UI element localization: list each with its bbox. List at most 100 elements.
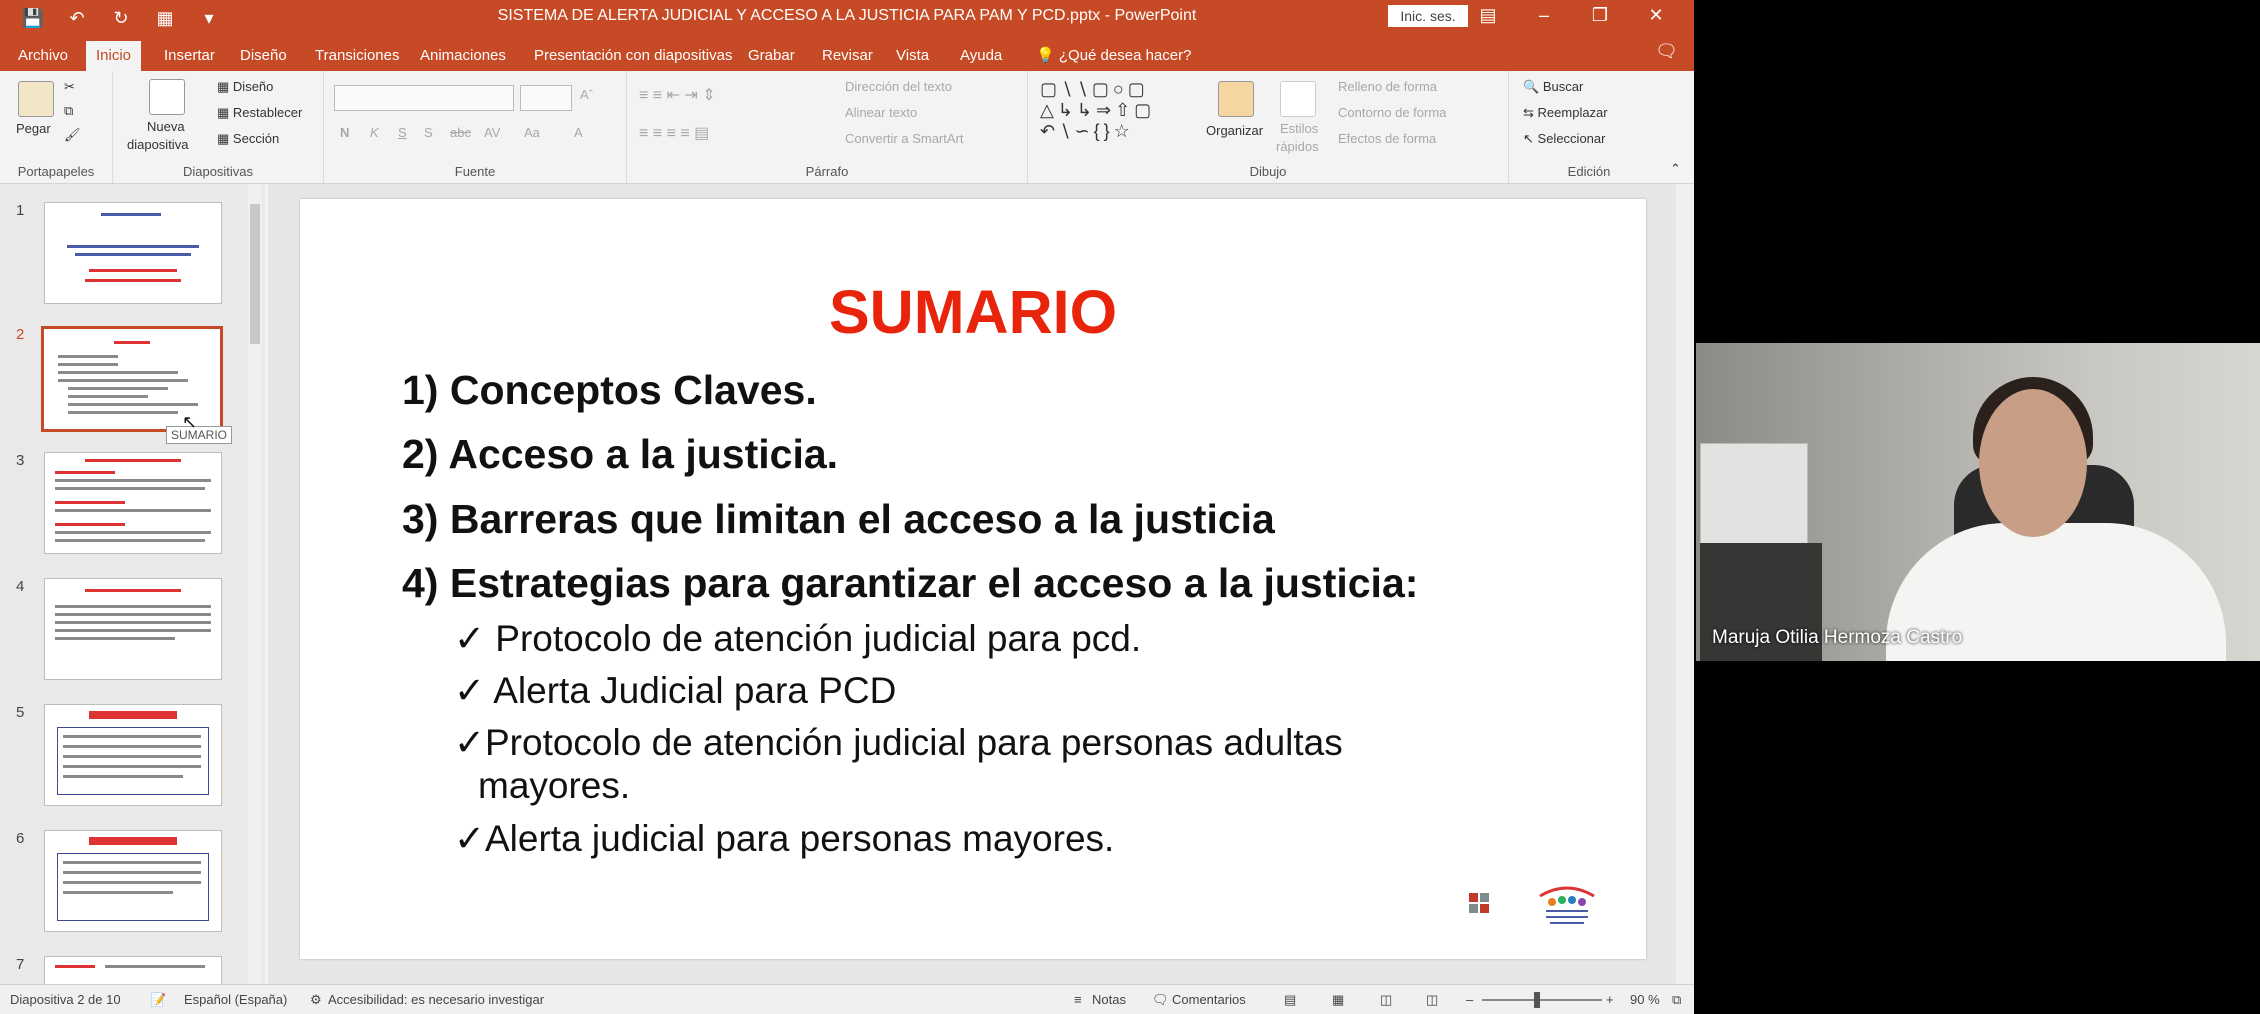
zoom-slider[interactable] (1482, 999, 1602, 1001)
spellcheck-icon[interactable]: 📝 (150, 992, 166, 1008)
slide-thumbnail-7[interactable] (44, 956, 222, 986)
collapse-ribbon-icon[interactable]: ⌃ (1670, 161, 1681, 177)
minimize-icon[interactable]: – (1516, 0, 1572, 35)
tell-me-box[interactable]: 💡 ¿Qué desea hacer? (1026, 41, 1201, 71)
sign-in-button[interactable]: Inic. ses. (1388, 5, 1468, 27)
tab-animaciones[interactable]: Animaciones (410, 41, 516, 71)
tab-presentacion[interactable]: Presentación con diapositivas (524, 41, 742, 71)
slide-thumbnail-1[interactable] (44, 202, 222, 304)
tab-insertar[interactable]: Insertar (154, 41, 225, 71)
ribbon-display-icon[interactable]: ▤ (1460, 0, 1516, 35)
tab-diseno[interactable]: Diseño (230, 41, 297, 71)
quick-styles-label-2[interactable]: rápidos (1276, 139, 1319, 154)
accessibility-status[interactable]: Accesibilidad: es necesario investigar (328, 992, 544, 1007)
slide-thumbnail-4[interactable] (44, 578, 222, 680)
copy-icon[interactable]: ⧉ (64, 103, 73, 119)
shape-outline-button[interactable]: Contorno de forma (1338, 105, 1446, 120)
comments-icon[interactable]: 🗨 (1655, 41, 1678, 62)
group-edicion: 🔍 Buscar ⇆ Reemplazar ↖ Seleccionar Edic… (1509, 71, 1669, 183)
font-color-button[interactable]: A (574, 125, 583, 140)
participant-video-tile[interactable]: Maruja Otilia Hermoza Castro (1696, 343, 2260, 661)
notes-icon[interactable]: ≡ (1074, 992, 1082, 1007)
new-slide-label-1[interactable]: Nueva (147, 119, 185, 134)
replace-button[interactable]: ⇆ Reemplazar (1523, 105, 1608, 121)
slide-thumbnail-5[interactable] (44, 704, 222, 806)
current-slide[interactable]: SUMARIO 1) Conceptos Claves. 2) Acceso a… (300, 199, 1646, 959)
replace-label: Reemplazar (1537, 105, 1608, 120)
thumb-number: 1 (16, 202, 25, 219)
accessibility-icon[interactable]: ⚙ (310, 992, 322, 1008)
comments-status-icon[interactable]: 🗨 (1152, 992, 1169, 1008)
align-text-button[interactable]: Alinear texto (845, 105, 917, 120)
paste-icon[interactable] (18, 81, 54, 117)
shapes-gallery[interactable]: ▢∖∖▢○▢ △↳↳⇒⇧▢ ↶∖∽{}☆ (1040, 79, 1155, 142)
close-icon[interactable]: ✕ (1628, 0, 1684, 35)
zoom-slider-handle[interactable] (1534, 992, 1540, 1008)
shape-effects-button[interactable]: Efectos de forma (1338, 131, 1436, 146)
thumbnails-scrollbar[interactable] (248, 184, 262, 984)
item-text: Barreras que limitan el acceso a la just… (449, 496, 1275, 542)
reading-view-icon[interactable]: ◫ (1380, 992, 1392, 1008)
grow-font-icon[interactable]: Aˆ (580, 87, 593, 102)
item-number: 4) (402, 560, 439, 606)
new-slide-label-2[interactable]: diapositiva (127, 137, 188, 152)
section-button[interactable]: ▦ Sección (217, 131, 279, 147)
tab-transiciones[interactable]: Transiciones (305, 41, 409, 71)
underline-button[interactable]: S (398, 125, 407, 140)
notes-button[interactable]: Notas (1092, 992, 1126, 1007)
quick-styles-icon[interactable] (1280, 81, 1316, 117)
normal-view-icon[interactable]: ▤ (1284, 992, 1296, 1008)
font-name-box[interactable] (334, 85, 514, 111)
shadow-button[interactable]: S (424, 125, 433, 140)
layout-button[interactable]: ▦ Diseño (217, 79, 273, 95)
slide-title: SUMARIO (828, 278, 1118, 346)
language-indicator[interactable]: Español (España) (184, 992, 287, 1007)
slide-thumbnails-panel: 1 2 3 4 5 6 7 SUMARIO ↖ (0, 184, 265, 986)
restore-icon[interactable]: ❐ (1572, 0, 1628, 35)
tab-inicio[interactable]: Inicio (86, 41, 142, 71)
fit-slide-icon[interactable]: ⧉ (1672, 992, 1681, 1008)
summary-item-1: 1) Conceptos Claves. (402, 367, 817, 414)
zoom-level[interactable]: 90 % (1630, 992, 1660, 1007)
slide-thumbnail-6[interactable] (44, 830, 222, 932)
arrange-icon[interactable] (1218, 81, 1254, 117)
text-direction-button[interactable]: Dirección del texto (845, 79, 952, 94)
smartart-button[interactable]: Convertir a SmartArt (845, 131, 963, 146)
paste-button[interactable]: Pegar (16, 121, 51, 136)
reset-label: Restablecer (232, 105, 303, 120)
slideshow-view-icon[interactable]: ◫ (1426, 992, 1438, 1008)
tab-archivo[interactable]: Archivo (8, 41, 78, 71)
bold-button[interactable]: N (340, 125, 349, 140)
shape-fill-button[interactable]: Relleno de forma (1338, 79, 1437, 94)
case-button[interactable]: Aa (524, 125, 540, 140)
select-button[interactable]: ↖ Seleccionar (1523, 131, 1605, 147)
slide-scrollbar[interactable] (1676, 184, 1694, 984)
font-size-box[interactable] (520, 85, 572, 111)
group-label: Edición (1567, 164, 1611, 179)
strikethrough-button[interactable]: abc (450, 125, 471, 140)
thumb-number: 7 (16, 956, 25, 973)
tab-ayuda[interactable]: Ayuda (950, 41, 1012, 71)
arrange-button[interactable]: Organizar (1206, 123, 1263, 138)
item-number: 2) (402, 431, 439, 477)
comments-button[interactable]: Comentarios (1172, 992, 1246, 1007)
new-slide-icon[interactable] (149, 79, 185, 115)
cut-icon[interactable]: ✂ (64, 79, 75, 95)
slide-thumbnail-3[interactable] (44, 452, 222, 554)
tab-revisar[interactable]: Revisar (812, 41, 883, 71)
format-painter-icon[interactable]: 🖌 (64, 127, 81, 143)
zoom-out-icon[interactable]: – (1466, 992, 1473, 1007)
zoom-in-icon[interactable]: + (1606, 992, 1614, 1007)
slide-sorter-icon[interactable]: ▦ (1332, 992, 1344, 1008)
align-icons[interactable]: ≡ ≡ ≡ ≡ ▤ (639, 123, 709, 143)
tab-vista[interactable]: Vista (886, 41, 939, 71)
thumb-number: 5 (16, 704, 25, 721)
reset-button[interactable]: ▦ Restablecer (217, 105, 302, 121)
tab-grabar[interactable]: Grabar (738, 41, 805, 71)
bullets-icon[interactable]: ≡ ≡ ⇤ ⇥ ⇕ (639, 85, 716, 105)
find-button[interactable]: 🔍 Buscar (1523, 79, 1583, 95)
italic-button[interactable]: K (370, 125, 379, 140)
spacing-button[interactable]: AV (484, 125, 500, 140)
quick-styles-label-1[interactable]: Estilos (1280, 121, 1318, 136)
layout-icon: ▦ (217, 79, 230, 94)
